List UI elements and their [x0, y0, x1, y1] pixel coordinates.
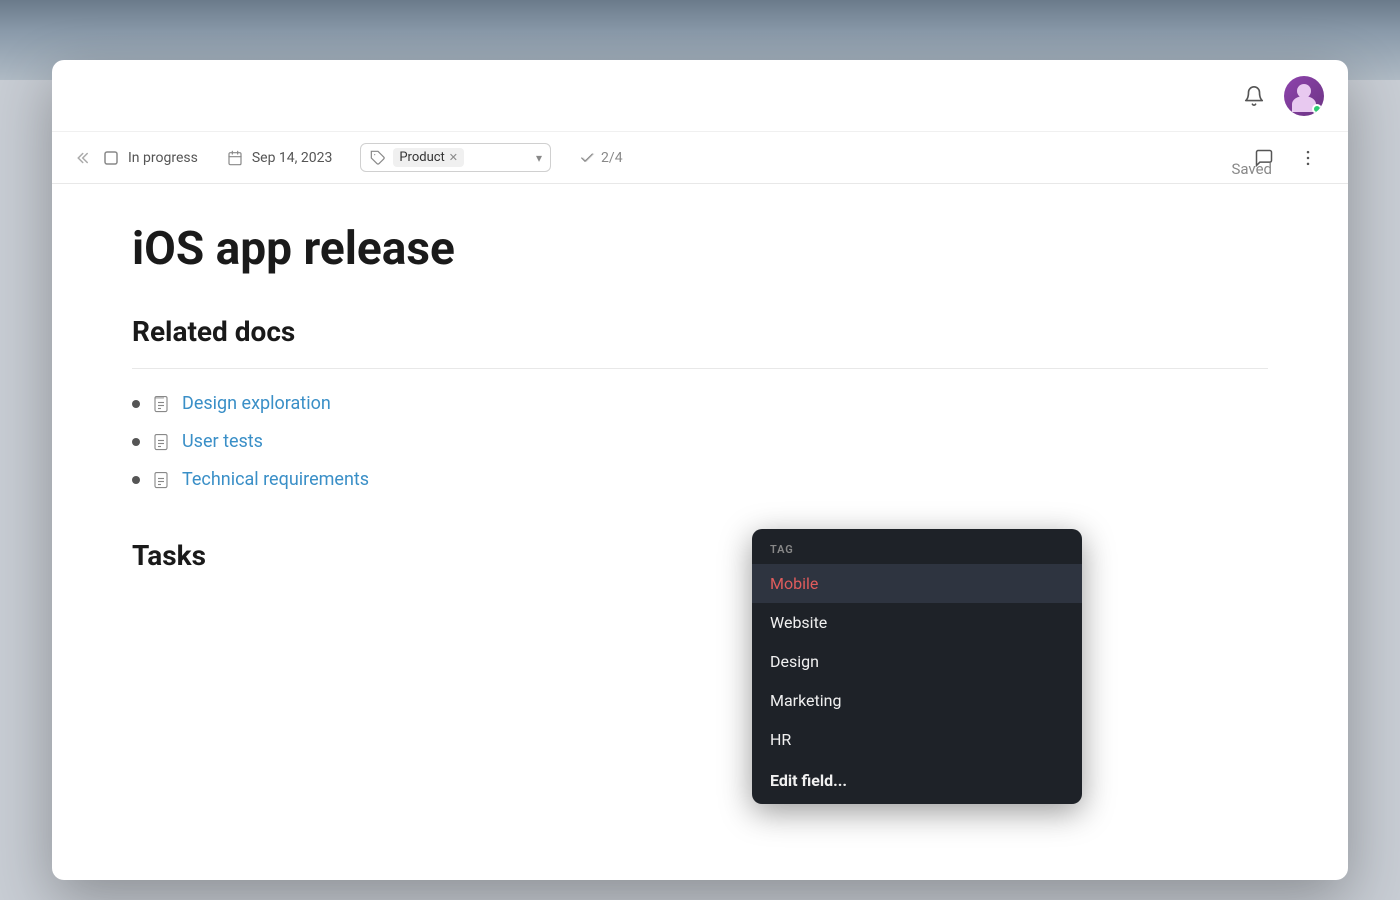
avatar[interactable]	[1284, 76, 1324, 116]
notification-bell-icon[interactable]	[1240, 82, 1268, 110]
header-right	[1240, 76, 1324, 116]
checklist-badge[interactable]: 2/4	[579, 150, 623, 166]
bullet-icon	[132, 476, 140, 484]
status-icon	[102, 149, 120, 167]
document-title: iOS app release	[132, 224, 1268, 275]
dropdown-item-label: Marketing	[770, 691, 841, 710]
bullet-icon	[132, 400, 140, 408]
tag-dropdown: TAG Mobile Website Design Marketing HR E…	[752, 529, 1082, 804]
status-label: In progress	[128, 150, 198, 166]
dropdown-item-marketing[interactable]: Marketing	[752, 681, 1082, 720]
related-docs-heading: Related docs	[132, 315, 1268, 348]
main-window: Saved In progress	[52, 60, 1348, 880]
dropdown-item-label: Website	[770, 613, 827, 632]
doc-link-design-exploration[interactable]: Design exploration	[182, 393, 331, 414]
status-field[interactable]: In progress	[102, 149, 198, 167]
saved-status: Saved	[1231, 160, 1272, 178]
dropdown-item-website[interactable]: Website	[752, 603, 1082, 642]
more-options-button[interactable]	[1292, 142, 1324, 174]
dropdown-item-label: HR	[770, 730, 791, 749]
tag-chip-product: Product ✕	[393, 148, 464, 167]
doc-file-icon	[150, 469, 172, 491]
doc-file-icon	[150, 393, 172, 415]
list-item: User tests	[132, 431, 1268, 453]
back-button[interactable]	[76, 149, 94, 167]
dropdown-item-mobile[interactable]: Mobile	[752, 564, 1082, 603]
dropdown-item-hr[interactable]: HR	[752, 720, 1082, 759]
tag-chip-label: Product	[399, 150, 444, 165]
dropdown-item-label: Design	[770, 652, 819, 671]
list-item: Technical requirements	[132, 469, 1268, 491]
date-field[interactable]: Sep 14, 2023	[226, 149, 333, 167]
doc-file-icon	[150, 431, 172, 453]
calendar-icon	[226, 149, 244, 167]
online-status-dot	[1312, 104, 1322, 114]
date-label: Sep 14, 2023	[252, 150, 333, 166]
doc-link-technical-requirements[interactable]: Technical requirements	[182, 469, 369, 490]
list-item: Design exploration	[132, 393, 1268, 415]
bullet-icon	[132, 438, 140, 446]
tag-icon	[369, 149, 387, 167]
dropdown-header: TAG	[752, 529, 1082, 564]
dropdown-item-label: Mobile	[770, 574, 818, 593]
main-content: iOS app release Related docs Design expl…	[52, 184, 1348, 880]
dropdown-edit-field-button[interactable]: Edit field...	[752, 759, 1082, 804]
tag-field[interactable]: Product ✕ ▾	[360, 143, 551, 172]
toolbar-meta: In progress Sep 14, 2023	[102, 143, 1248, 172]
edit-field-label: Edit field...	[770, 771, 847, 790]
tag-dropdown-chevron-icon: ▾	[536, 151, 542, 165]
tag-search-input[interactable]	[470, 150, 530, 165]
dropdown-item-design[interactable]: Design	[752, 642, 1082, 681]
header-bar	[52, 60, 1348, 132]
document-toolbar: In progress Sep 14, 2023	[52, 132, 1348, 184]
checklist-label: 2/4	[601, 150, 623, 166]
tasks-heading: Tasks	[132, 539, 1268, 572]
related-docs-list: Design exploration User tests	[132, 393, 1268, 491]
related-docs-divider	[132, 368, 1268, 369]
doc-link-user-tests[interactable]: User tests	[182, 431, 263, 452]
tag-remove-button[interactable]: ✕	[449, 151, 458, 164]
